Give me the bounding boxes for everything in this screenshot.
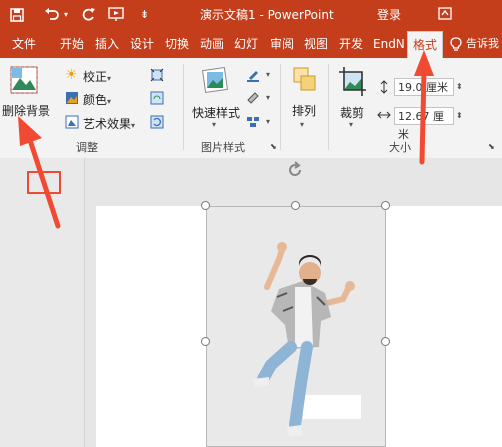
width-icon [377, 111, 391, 119]
tab-developer[interactable]: 开发 [339, 30, 363, 58]
undo-dropdown-icon[interactable]: ▾ [64, 5, 68, 25]
slide-thumbnail-pane[interactable] [0, 158, 85, 447]
picture-effects-icon[interactable] [246, 91, 260, 105]
artistic-effects-label: 艺术效果 [83, 117, 132, 131]
color-label: 颜色 [83, 93, 108, 107]
corrections-icon: ☀ [65, 67, 78, 83]
resize-handle[interactable] [201, 201, 210, 210]
color-icon [66, 92, 78, 104]
chevron-down-icon: ▾ [107, 74, 112, 83]
chevron-down-icon: ▾ [212, 120, 217, 129]
artistic-effects-button[interactable]: 艺术效果▾ [83, 115, 135, 132]
chevron-down-icon[interactable]: ▾ [266, 93, 270, 102]
tab-animations[interactable]: 动画 [200, 30, 224, 58]
tab-design[interactable]: 设计 [130, 30, 154, 58]
reset-picture-icon[interactable] [150, 115, 164, 129]
width-value: 12.67 [398, 110, 430, 123]
tell-me-search[interactable]: 告诉我 [466, 30, 499, 58]
chevron-down-icon[interactable]: ▾ [266, 117, 270, 126]
tab-view[interactable]: 视图 [304, 30, 328, 58]
height-icon [380, 80, 388, 94]
present-icon[interactable] [108, 7, 126, 22]
ribbon-display-icon[interactable] [438, 7, 452, 20]
dialog-launcher-icon[interactable]: ⬊ [488, 142, 495, 151]
crop-icon [339, 67, 366, 96]
undo-icon[interactable] [44, 7, 60, 21]
height-value: 19.0 [398, 81, 423, 94]
ribbon-tabs: 文件 开始 插入 设计 切换 动画 幻灯 审阅 视图 开发 EndN 格式 告诉… [0, 30, 502, 60]
save-icon[interactable] [10, 8, 24, 22]
remove-background-icon [10, 66, 38, 94]
picture-layout-icon[interactable] [246, 115, 260, 129]
chevron-down-icon: ▾ [349, 120, 354, 129]
quick-styles-icon [202, 67, 228, 93]
group-divider [280, 64, 281, 150]
title-bar: ▾ ⇟ 演示文稿1 - PowerPoint 登录 [0, 0, 502, 30]
height-unit: 厘米 [426, 81, 448, 94]
resize-handle[interactable] [291, 201, 300, 210]
tab-review[interactable]: 审阅 [270, 30, 294, 58]
window-title: 演示文稿1 - PowerPoint [200, 8, 334, 22]
tab-insert[interactable]: 插入 [95, 30, 119, 58]
login-link[interactable]: 登录 [377, 6, 401, 23]
height-spinner-icon[interactable]: ⬍ [456, 82, 463, 91]
editing-area [0, 158, 502, 447]
corrections-label: 校正 [83, 70, 108, 84]
width-field[interactable]: 12.67 厘米 [394, 107, 454, 141]
rotate-handle-icon[interactable] [286, 161, 304, 179]
chevron-down-icon: ▾ [131, 121, 136, 130]
arrange-button[interactable]: 排列 [292, 102, 316, 119]
group-divider [328, 64, 329, 150]
quick-styles-button[interactable]: 快速样式 [192, 104, 240, 121]
resize-handle[interactable] [381, 201, 390, 210]
tab-home[interactable]: 开始 [60, 30, 84, 58]
height-field[interactable]: 19.0 厘米 [394, 78, 454, 96]
person-jumping-image [253, 242, 361, 437]
size-group-label: 大小 [389, 141, 411, 154]
width-spinner-icon[interactable]: ⬍ [456, 111, 463, 120]
remove-background-button[interactable]: 删除背景 [2, 102, 50, 119]
chevron-down-icon[interactable]: ▾ [266, 70, 270, 79]
group-divider [183, 64, 184, 150]
ribbon: 删除背景 ☀ 校正▾ 颜色▾ 艺术效果▾ 调整 快速样式 ▾ ▾ ▾ ▾ 图片样… [0, 58, 502, 159]
artistic-effects-icon [65, 115, 79, 129]
picture-border-icon[interactable] [246, 68, 260, 82]
tab-file[interactable]: 文件 [12, 30, 36, 58]
color-button[interactable]: 颜色▾ [83, 91, 111, 108]
resize-handle[interactable] [381, 337, 390, 346]
compress-pictures-icon[interactable] [150, 68, 164, 82]
tab-endnote[interactable]: EndN [373, 30, 405, 58]
selected-picture[interactable] [206, 206, 386, 447]
resize-handle[interactable] [201, 337, 210, 346]
adjust-group-label: 调整 [76, 141, 98, 154]
customize-icon[interactable]: ⇟ [140, 5, 149, 25]
chevron-down-icon: ▾ [300, 120, 305, 129]
change-picture-icon[interactable] [150, 91, 164, 105]
dialog-launcher-icon[interactable]: ⬊ [270, 142, 277, 151]
arrange-icon [293, 67, 316, 91]
tab-format[interactable]: 格式 [407, 31, 444, 60]
chevron-down-icon: ▾ [107, 97, 112, 106]
lightbulb-icon [450, 37, 462, 51]
redo-icon[interactable] [80, 7, 96, 21]
crop-button[interactable]: 裁剪 [340, 104, 364, 121]
tab-slideshow[interactable]: 幻灯 [234, 30, 258, 58]
tab-transitions[interactable]: 切换 [165, 30, 189, 58]
corrections-button[interactable]: 校正▾ [83, 68, 111, 85]
picture-styles-group-label: 图片样式 [201, 141, 245, 154]
